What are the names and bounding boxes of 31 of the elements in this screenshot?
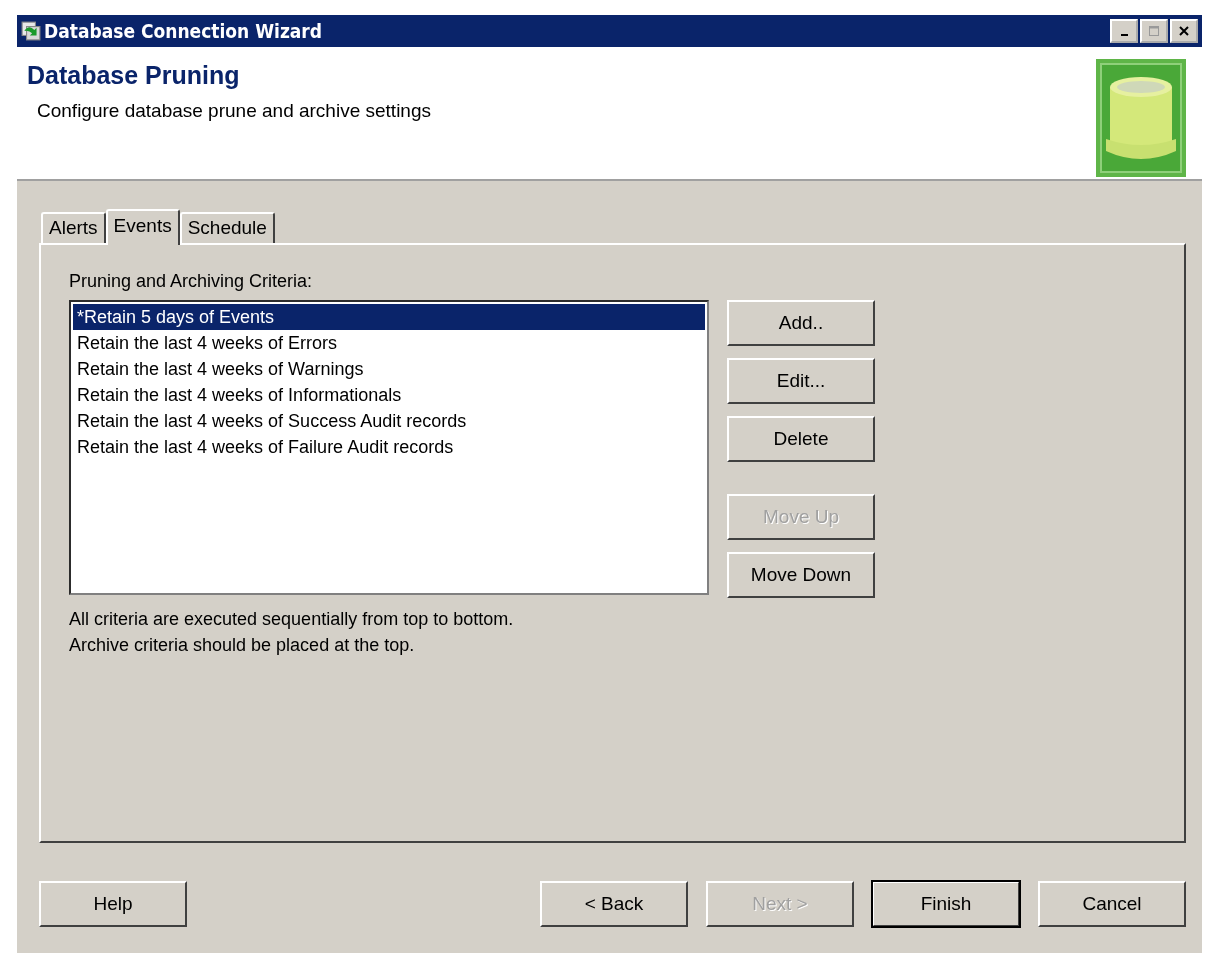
tab[interactable]: Schedule [179, 212, 275, 243]
page-title: Database Pruning [27, 61, 241, 90]
action-button[interactable]: Delete [727, 416, 875, 462]
database-icon [1096, 59, 1186, 177]
tab[interactable]: Alerts [41, 212, 106, 243]
wizard-button[interactable]: Finish [872, 881, 1020, 927]
list-item[interactable]: Retain the last 4 weeks of Success Audit records [73, 408, 705, 434]
maximize-icon [1149, 26, 1159, 36]
minimize-button[interactable] [1110, 19, 1138, 43]
list-item[interactable]: Retain the last 4 weeks of Warnings [73, 356, 705, 382]
list-item[interactable]: *Retain 5 days of Events [73, 304, 705, 330]
wizard-button[interactable]: Cancel [1038, 881, 1186, 927]
criteria-label: Pruning and Archiving Criteria: [69, 271, 314, 292]
note-text: Archive criteria should be placed at the top. [69, 634, 416, 657]
list-item[interactable]: Retain the last 4 weeks of Errors [73, 330, 705, 356]
wizard-button[interactable]: Help [39, 881, 187, 927]
note-text: All criteria are executed sequentially from top to bottom. [69, 608, 515, 631]
window-title: Database Connection Wizard [44, 20, 323, 42]
list-item[interactable]: Retain the last 4 weeks of Failure Audit records [73, 434, 705, 460]
page-subtitle: Configure database prune and archive settings [37, 100, 431, 122]
wizard-button[interactable]: < Back [540, 881, 688, 927]
app-icon [21, 21, 41, 41]
action-button[interactable]: Add.. [727, 300, 875, 346]
list-item[interactable]: Retain the last 4 weeks of Informationals [73, 382, 705, 408]
close-button[interactable] [1170, 19, 1198, 43]
close-icon [1179, 26, 1189, 36]
action-button[interactable]: Move Down [727, 552, 875, 598]
criteria-list[interactable] [69, 300, 709, 595]
action-button[interactable]: Edit... [727, 358, 875, 404]
tab[interactable]: Events [105, 209, 180, 245]
minimize-icon [1120, 34, 1128, 36]
